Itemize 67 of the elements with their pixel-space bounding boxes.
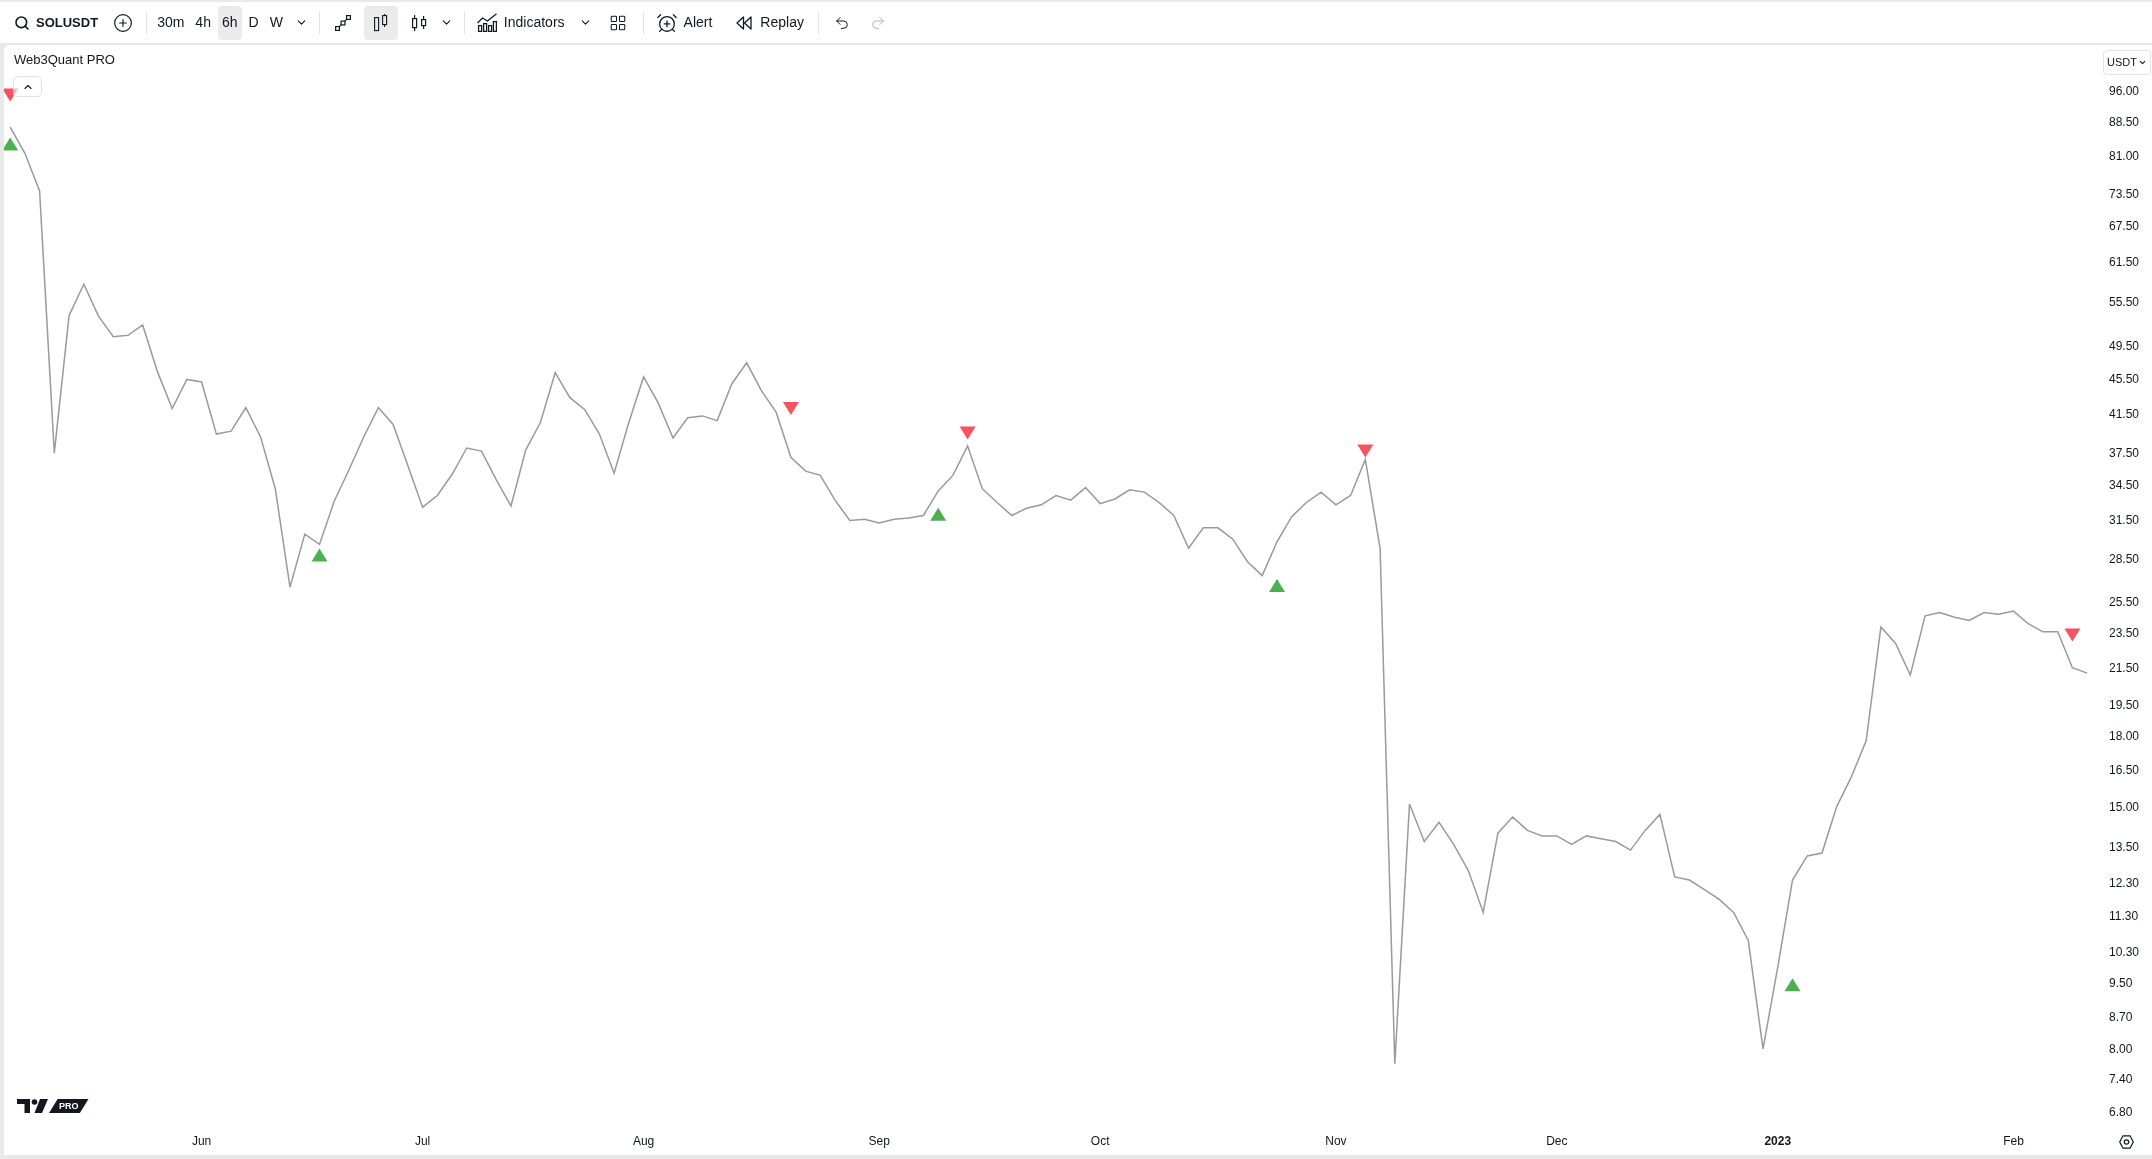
price-axis-label: 9.50 — [2109, 975, 2133, 990]
settings-icon — [2118, 1135, 2134, 1149]
price-axis-label: 15.00 — [2109, 799, 2140, 814]
time-axis-label: Oct — [1090, 1134, 1110, 1148]
plus-circle-icon — [113, 12, 134, 33]
price-axis-label: 37.50 — [2109, 446, 2140, 461]
price-axis-label: 23.50 — [2109, 626, 2140, 641]
price-axis-label: 8.00 — [2109, 1042, 2133, 1056]
interval-button[interactable]: 6h — [217, 5, 242, 40]
replay-button[interactable]: Replay — [730, 5, 810, 40]
price-axis-label: 41.50 — [2109, 407, 2140, 422]
price-axis-label: 13.50 — [2109, 840, 2140, 855]
redo-icon — [869, 14, 886, 31]
time-axis-label: 2023 — [1764, 1134, 1792, 1148]
currency-dropdown[interactable]: USDT — [2103, 50, 2151, 75]
chevron-down-icon — [2137, 58, 2147, 67]
price-axis-label: 8.70 — [2109, 1009, 2133, 1024]
settings-button[interactable] — [2116, 1132, 2136, 1152]
time-axis-label: Jun — [191, 1134, 212, 1148]
price-axis-label: 16.50 — [2109, 762, 2140, 777]
grid-icon — [608, 13, 627, 32]
interval-button[interactable]: D — [244, 5, 263, 40]
indicator-legend-title: Web3Quant PRO — [14, 52, 115, 68]
price-axis-label: 61.50 — [2109, 255, 2140, 270]
price-axis-label: 25.50 — [2109, 594, 2140, 609]
price-axis-label: 73.50 — [2109, 186, 2140, 201]
price-axis-label: 12.30 — [2109, 876, 2140, 891]
interval-button[interactable]: 4h — [191, 5, 215, 40]
rewind-icon — [736, 15, 753, 30]
price-axis-label: 7.40 — [2109, 1072, 2133, 1087]
time-axis-label: Sep — [868, 1134, 890, 1148]
logo-mark — [17, 1099, 48, 1113]
price-axis-label: 11.30 — [2109, 908, 2139, 923]
interval-button[interactable]: 30m — [153, 5, 189, 40]
collapse-button[interactable] — [13, 76, 42, 97]
hollow-candles-icon — [373, 13, 388, 32]
interval-button[interactable]: W — [265, 5, 287, 40]
alert-button[interactable]: Alert — [649, 5, 719, 40]
candlestick-icon — [410, 13, 427, 32]
price-axis-label: 6.80 — [2109, 1104, 2133, 1119]
symbol-search-button[interactable]: SOLUSDT — [8, 5, 105, 40]
price-axis-label: 45.50 — [2109, 371, 2140, 386]
price-axis-label: 96.00 — [2109, 83, 2140, 98]
undo-icon — [833, 14, 850, 31]
alarm-clock-plus-icon — [655, 11, 678, 34]
staircase-icon — [334, 14, 351, 31]
time-axis-label: Aug — [632, 1134, 655, 1148]
time-axis-label: Nov — [1325, 1134, 1347, 1148]
price-axis-label: 81.00 — [2109, 149, 2140, 164]
price-axis-label: 34.50 — [2109, 478, 2140, 493]
search-icon — [14, 14, 30, 31]
price-axis-label: 31.50 — [2109, 513, 2140, 528]
chart-style-button[interactable] — [363, 5, 398, 40]
time-axis-label: Feb — [2003, 1134, 2024, 1148]
price-axis-label: 67.50 — [2109, 219, 2140, 234]
price-axis-label: 21.50 — [2109, 660, 2140, 675]
indicators-button[interactable]: Indicators — [470, 5, 571, 40]
price-axis-label: 10.30 — [2109, 944, 2140, 959]
price-axis-label: 49.50 — [2109, 339, 2140, 354]
price-axis-label: 28.50 — [2109, 552, 2140, 566]
time-axis-label: Dec — [1546, 1134, 1568, 1148]
price-axis-label: 18.00 — [2109, 729, 2140, 744]
price-axis-label: 88.50 — [2109, 114, 2140, 129]
time-axis-label: Jul — [414, 1134, 431, 1148]
price-axis-label: 55.50 — [2109, 294, 2140, 309]
bar-chart-line-icon — [476, 13, 497, 32]
price-axis-label: 19.50 — [2109, 698, 2140, 713]
